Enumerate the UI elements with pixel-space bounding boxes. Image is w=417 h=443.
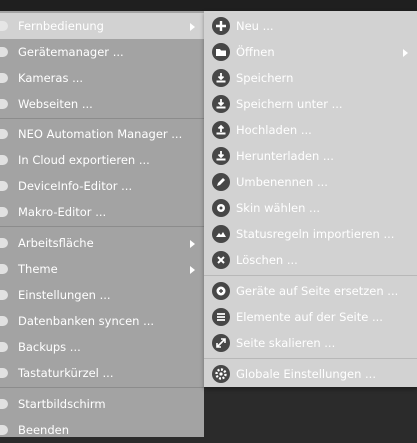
menu-item-neo-automation-manager[interactable]: NEO Automation Manager ...	[0, 121, 204, 147]
cloud-icon	[0, 155, 8, 165]
submenu-item-speichern[interactable]: Speichern	[204, 65, 417, 91]
submenu-item-geraete-ersetzen[interactable]: Geräte auf Seite ersetzen ...	[204, 278, 417, 304]
submenu-item-neu[interactable]: Neu ...	[204, 13, 417, 39]
background-strip	[0, 0, 417, 11]
database-icon	[0, 316, 8, 326]
device-icon	[0, 47, 8, 57]
skin-icon	[212, 199, 230, 217]
menu-item-datenbanken-syncen[interactable]: Datenbanken syncen ...	[0, 308, 204, 334]
menu-item-deviceinfo-editor[interactable]: DeviceInfo-Editor ...	[0, 173, 204, 199]
info-icon	[0, 181, 8, 191]
submenu-item-skin-waehlen[interactable]: Skin wählen ...	[204, 195, 417, 221]
submenu-separator	[204, 275, 417, 276]
submenu-item-oeffnen[interactable]: Öffnen	[204, 39, 417, 65]
download-icon	[212, 147, 230, 165]
import-icon	[212, 225, 230, 243]
save-icon	[212, 69, 230, 87]
delete-icon	[212, 251, 230, 269]
menu-item-cloud-export[interactable]: In Cloud exportieren ...	[0, 147, 204, 173]
upload-icon	[212, 121, 230, 139]
keyboard-icon	[0, 368, 8, 378]
submenu-item-umbenennen[interactable]: Umbenennen ...	[204, 169, 417, 195]
save-as-icon	[212, 95, 230, 113]
home-icon	[0, 399, 8, 409]
backup-icon	[0, 342, 8, 352]
submenu-item-herunterladen[interactable]: Herunterladen ...	[204, 143, 417, 169]
menu-item-startbildschirm[interactable]: Startbildschirm	[0, 391, 204, 417]
submenu-arrow-icon	[190, 240, 195, 248]
menu-item-einstellungen[interactable]: Einstellungen ...	[0, 282, 204, 308]
macro-icon	[0, 207, 8, 217]
menu-item-webseiten[interactable]: Webseiten ...	[0, 91, 204, 117]
pencil-icon	[212, 173, 230, 191]
workspace-icon	[0, 238, 8, 248]
menu-separator	[0, 226, 204, 227]
menu-separator	[0, 387, 204, 388]
fernbedienung-submenu: Neu ... Öffnen Speichern Speichern unter…	[204, 11, 417, 387]
list-icon	[212, 308, 230, 326]
web-icon	[0, 99, 8, 109]
automation-icon	[0, 129, 8, 139]
menu-item-tastaturkuerzel[interactable]: Tastaturkürzel ...	[0, 360, 204, 386]
submenu-item-loeschen[interactable]: Löschen ...	[204, 247, 417, 273]
submenu-separator	[204, 358, 417, 359]
menu-item-theme[interactable]: Theme	[0, 256, 204, 282]
remote-icon	[0, 21, 8, 31]
menu-item-fernbedienung[interactable]: Fernbedienung	[0, 13, 204, 39]
menu-item-makro-editor[interactable]: Makro-Editor ...	[0, 199, 204, 225]
power-icon	[0, 425, 8, 435]
camera-icon	[0, 73, 8, 83]
submenu-item-speichern-unter[interactable]: Speichern unter ...	[204, 91, 417, 117]
settings-icon	[0, 290, 8, 300]
scale-icon	[212, 334, 230, 352]
theme-icon	[0, 264, 8, 274]
submenu-item-hochladen[interactable]: Hochladen ...	[204, 117, 417, 143]
main-menu: Fernbedienung Gerätemanager ... Kameras …	[0, 11, 204, 437]
submenu-item-elemente-auf-seite[interactable]: Elemente auf der Seite ...	[204, 304, 417, 330]
submenu-arrow-icon	[190, 23, 195, 31]
plus-icon	[212, 17, 230, 35]
replace-icon	[212, 282, 230, 300]
folder-icon	[212, 43, 230, 61]
submenu-item-statusregeln-importieren[interactable]: Statusregeln importieren ...	[204, 221, 417, 247]
submenu-arrow-icon	[403, 49, 408, 57]
submenu-item-seite-skalieren[interactable]: Seite skalieren ...	[204, 330, 417, 356]
menu-item-backups[interactable]: Backups ...	[0, 334, 204, 360]
submenu-item-globale-einstellungen[interactable]: Globale Einstellungen ...	[204, 361, 417, 387]
gear-icon	[212, 365, 230, 383]
menu-item-arbeitsflaeche[interactable]: Arbeitsfläche	[0, 230, 204, 256]
menu-item-kameras[interactable]: Kameras ...	[0, 65, 204, 91]
menu-item-geraetemanager[interactable]: Gerätemanager ...	[0, 39, 204, 65]
menu-item-beenden[interactable]: Beenden	[0, 417, 204, 443]
menu-separator	[0, 118, 204, 119]
submenu-arrow-icon	[190, 266, 195, 274]
